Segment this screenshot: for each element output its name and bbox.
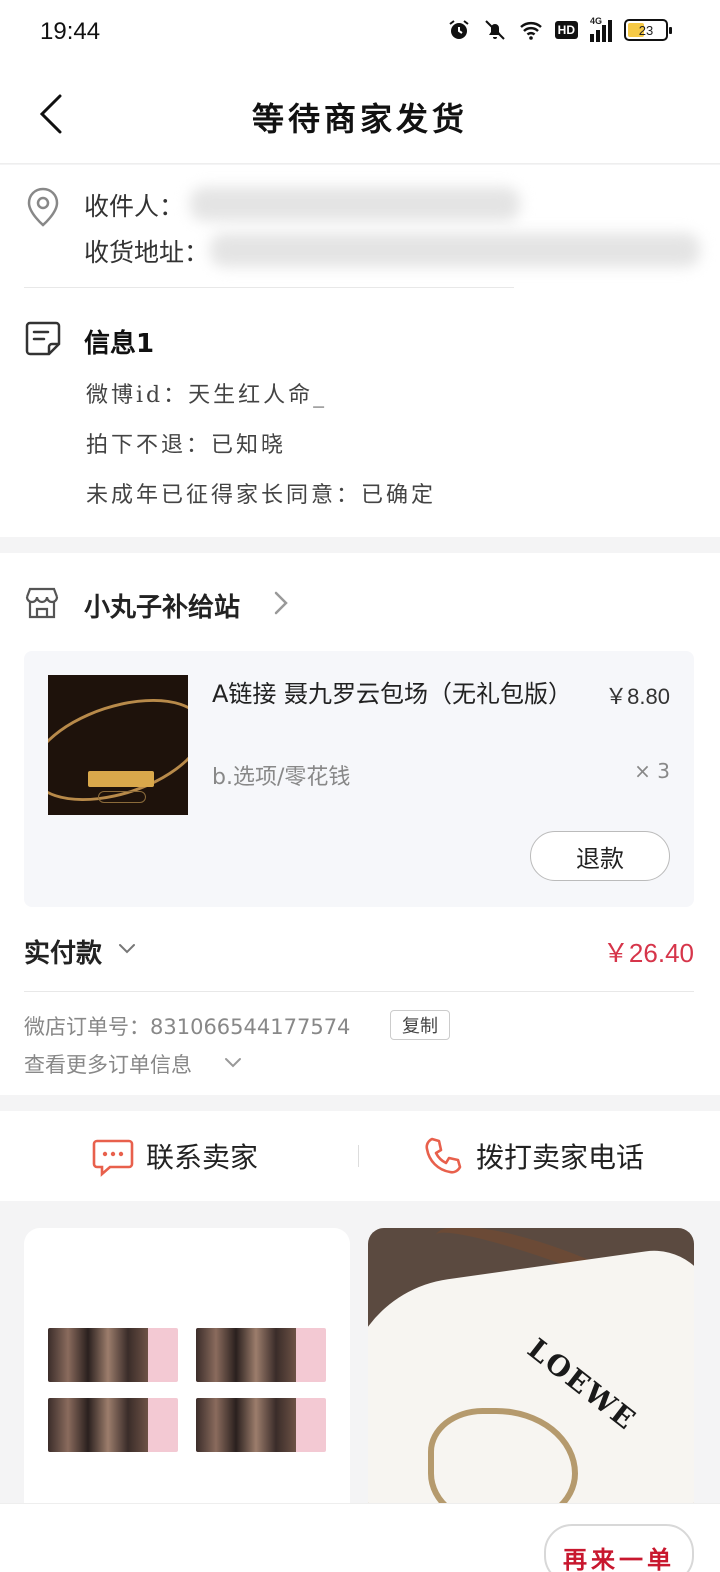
product-name[interactable]: A链接 聂九罗云包场（无礼包版） (212, 675, 572, 713)
more-order-info-link[interactable]: 查看更多订单信息 (24, 1049, 192, 1079)
copy-order-number-button[interactable]: 复制 (390, 1010, 450, 1040)
photo-card-image (196, 1398, 326, 1452)
info-line-parental-consent: 未成年已征得家长同意：已确定 (86, 483, 437, 508)
signal-icon: 4G (590, 16, 612, 42)
wifi-icon (519, 22, 542, 40)
nav-bar: 等待商家发货 (0, 64, 720, 164)
divider (24, 287, 514, 288)
call-seller-label: 拨打卖家电话 (476, 1141, 645, 1174)
product-quantity: × 3 (634, 759, 670, 783)
paid-amount-label[interactable]: 实付款 (24, 933, 102, 970)
divider (24, 991, 694, 992)
store-icon (25, 587, 59, 619)
paid-amount-value: ￥26.40 (602, 938, 694, 968)
battery-icon: 23 (624, 19, 672, 41)
recommendation-item[interactable]: LOEWE (368, 1228, 694, 1518)
chat-bubble-icon (92, 1139, 134, 1177)
chevron-down-icon[interactable] (116, 937, 138, 959)
recommendation-item[interactable] (24, 1228, 350, 1518)
recipient-label: 收件人： (84, 192, 185, 221)
status-icons: HD 4G 23 (447, 16, 672, 42)
status-time: 19:44 (40, 18, 101, 45)
photo-card-image (48, 1328, 178, 1382)
reorder-button[interactable]: 再来一单 (544, 1524, 694, 1572)
address-label: 收货地址： (84, 238, 210, 267)
call-seller-button[interactable]: 拨打卖家电话 (422, 1111, 644, 1201)
status-bar: 19:44 HD 4G 23 (0, 0, 720, 64)
order-number: 微店订单号：831066544177574 (24, 1015, 351, 1039)
hd-badge: HD (554, 21, 578, 39)
product-price: ￥8.80 (605, 684, 670, 709)
alarm-icon (449, 20, 469, 39)
chevron-down-icon[interactable] (222, 1051, 244, 1073)
phone-icon (425, 1137, 462, 1174)
bottom-bar: 再来一单 (0, 1503, 720, 1572)
contact-seller-button[interactable]: 联系卖家 (92, 1111, 258, 1201)
recommendations: LOEWE (0, 1201, 720, 1518)
divider (358, 1145, 359, 1167)
mute-bell-icon (484, 20, 505, 40)
product-thumbnail[interactable] (48, 675, 188, 815)
product-item[interactable]: A链接 聂九罗云包场（无礼包版） ￥8.80 b.选项/零花钱 × 3 退款 (24, 651, 694, 907)
contact-bar: 联系卖家 拨打卖家电话 (0, 1111, 720, 1201)
chevron-right-icon[interactable] (270, 589, 290, 617)
info-line-no-refund: 拍下不退：已知晓 (86, 433, 287, 458)
message-note-icon (25, 321, 61, 356)
address-blurred (210, 233, 700, 267)
shop-name[interactable]: 小丸子补给站 (84, 587, 240, 624)
refund-button[interactable]: 退款 (530, 831, 670, 881)
info-title: 信息1 (84, 329, 155, 359)
page-title: 等待商家发货 (251, 100, 468, 138)
address-card: 收件人： 收货地址： 信息1 微博id：天生红人命_ 拍下不退：已知晓 未成年已… (0, 165, 720, 537)
info-line-weibo: 微博id：天生红人命_ (86, 383, 328, 408)
contact-seller-label: 联系卖家 (146, 1141, 259, 1174)
photo-card-image (48, 1398, 178, 1452)
order-card: 小丸子补给站 A链接 聂九罗云包场（无礼包版） ￥8.80 b.选项/零花钱 ×… (0, 553, 720, 1095)
location-pin-icon (27, 187, 59, 227)
recipient-blurred (190, 187, 520, 221)
photo-card-image (196, 1328, 326, 1382)
product-spec: b.选项/零花钱 (212, 765, 351, 790)
